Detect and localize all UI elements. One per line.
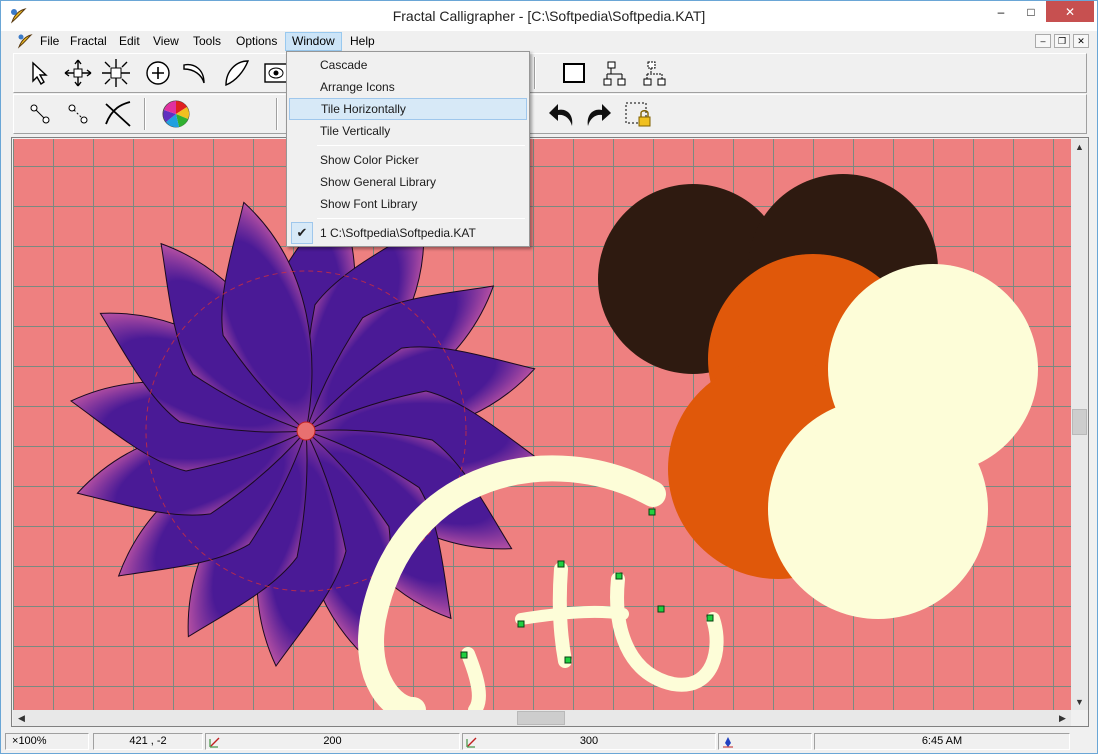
blob-shapes[interactable] xyxy=(598,174,1038,619)
drawing-frame: ▲ ▼ ◀ ▶ xyxy=(11,137,1089,727)
clock-time: 6:45 AM xyxy=(921,735,963,747)
node-link-dashed-icon[interactable] xyxy=(62,98,94,130)
add-node-icon[interactable] xyxy=(142,57,174,89)
minimize-button[interactable]: – xyxy=(986,1,1016,23)
tree-icon[interactable] xyxy=(600,57,632,89)
mdi-close-button[interactable]: ✕ xyxy=(1073,34,1089,48)
mdi-restore-button[interactable]: ❐ xyxy=(1054,34,1070,48)
document-icon[interactable] xyxy=(17,33,33,49)
horizontal-scrollbar[interactable]: ◀ ▶ xyxy=(13,710,1071,726)
menu-bar: File Fractal Edit View Tools Options Win… xyxy=(1,31,1097,51)
scroll-down-icon[interactable]: ▼ xyxy=(1071,694,1088,710)
tree-dashed-icon[interactable] xyxy=(640,57,672,89)
menu-help[interactable]: Help xyxy=(344,32,381,51)
cursor-coords: 421 , -2 xyxy=(129,735,167,747)
value1-cell: 200 xyxy=(205,733,460,750)
menu-item-show-color-picker[interactable]: Show Color Picker xyxy=(289,149,527,171)
menu-item-tile-vertically[interactable]: Tile Vertically xyxy=(289,120,527,142)
menu-item-recent-file[interactable]: ✔ 1 C:\Softpedia\Softpedia.KAT xyxy=(287,222,529,244)
menu-tools[interactable]: Tools xyxy=(187,32,227,51)
leaf-shape-icon[interactable] xyxy=(220,57,252,89)
title-bar: Fractal Calligrapher - [C:\Softpedia\Sof… xyxy=(1,1,1097,31)
select-arrow-icon[interactable] xyxy=(24,57,56,89)
main-toolbar xyxy=(13,53,1087,93)
scroll-left-icon[interactable]: ◀ xyxy=(13,710,30,726)
coords-cell: 421 , -2 xyxy=(93,733,203,750)
window-title: Fractal Calligrapher - [C:\Softpedia\Sof… xyxy=(392,8,706,24)
lock-select-icon[interactable] xyxy=(622,98,654,130)
cross-curve-icon[interactable] xyxy=(102,98,134,130)
scroll-up-icon[interactable]: ▲ xyxy=(1071,139,1088,155)
toolbar-separator xyxy=(144,98,146,130)
status-value-1: 200 xyxy=(323,735,342,747)
pen-nib-icon xyxy=(723,737,733,748)
status-value-2: 300 xyxy=(579,735,599,747)
edit-toolbar xyxy=(13,94,1087,134)
zoom-level: 100% xyxy=(18,735,47,747)
menu-window[interactable]: Window xyxy=(285,32,342,51)
vertical-scroll-thumb[interactable] xyxy=(1072,409,1087,435)
menu-item-cascade[interactable]: Cascade xyxy=(289,54,527,76)
move-icon[interactable] xyxy=(62,57,94,89)
mdi-minimize-button[interactable]: – xyxy=(1035,34,1051,48)
menu-options[interactable]: Options xyxy=(230,32,283,51)
value2-cell: 300 xyxy=(462,733,716,750)
curve-icon[interactable] xyxy=(180,57,212,89)
menu-separator xyxy=(317,145,525,146)
pen-angle-icon xyxy=(466,737,477,748)
pen-angle-icon xyxy=(209,737,220,748)
undo-icon[interactable] xyxy=(546,98,578,130)
window-menu-dropdown: Cascade Arrange Icons Tile Horizontally … xyxy=(286,51,530,247)
toolbar-separator xyxy=(534,57,536,89)
menu-item-arrange-icons[interactable]: Arrange Icons xyxy=(289,76,527,98)
node-link-icon[interactable] xyxy=(24,98,56,130)
horizontal-scroll-thumb[interactable] xyxy=(517,711,565,725)
color-wheel-icon[interactable] xyxy=(160,98,192,130)
menu-view[interactable]: View xyxy=(147,32,185,51)
pen-cell xyxy=(718,733,812,750)
time-cell: 6:45 AM xyxy=(814,733,1070,750)
redo-icon[interactable] xyxy=(582,98,614,130)
app-window: Fractal Calligrapher - [C:\Softpedia\Sof… xyxy=(0,0,1098,754)
menu-separator xyxy=(317,218,525,219)
resize-icon[interactable] xyxy=(100,57,132,89)
artwork xyxy=(69,174,1038,710)
maximize-button[interactable]: □ xyxy=(1016,1,1046,23)
vertical-scrollbar[interactable]: ▲ ▼ xyxy=(1071,139,1088,710)
drawing-canvas[interactable] xyxy=(13,139,1071,710)
menu-file[interactable]: File xyxy=(34,32,65,51)
toolbar-separator xyxy=(276,98,278,130)
menu-fractal[interactable]: Fractal xyxy=(64,32,113,51)
menu-item-show-font-library[interactable]: Show Font Library xyxy=(289,193,527,215)
fractal-flower[interactable] xyxy=(69,194,543,668)
frame-icon[interactable] xyxy=(558,57,590,89)
menu-item-tile-horizontally[interactable]: Tile Horizontally xyxy=(289,98,527,120)
status-bar: ×100% 421 , -2 200 300 6:45 AM xyxy=(1,731,1097,753)
menu-edit[interactable]: Edit xyxy=(113,32,146,51)
recent-file-label: 1 C:\Softpedia\Softpedia.KAT xyxy=(320,226,476,240)
zoom-cell: ×100% xyxy=(5,733,89,750)
menu-item-show-general-library[interactable]: Show General Library xyxy=(289,171,527,193)
scroll-right-icon[interactable]: ▶ xyxy=(1054,710,1071,726)
close-button[interactable]: ✕ xyxy=(1046,1,1094,22)
